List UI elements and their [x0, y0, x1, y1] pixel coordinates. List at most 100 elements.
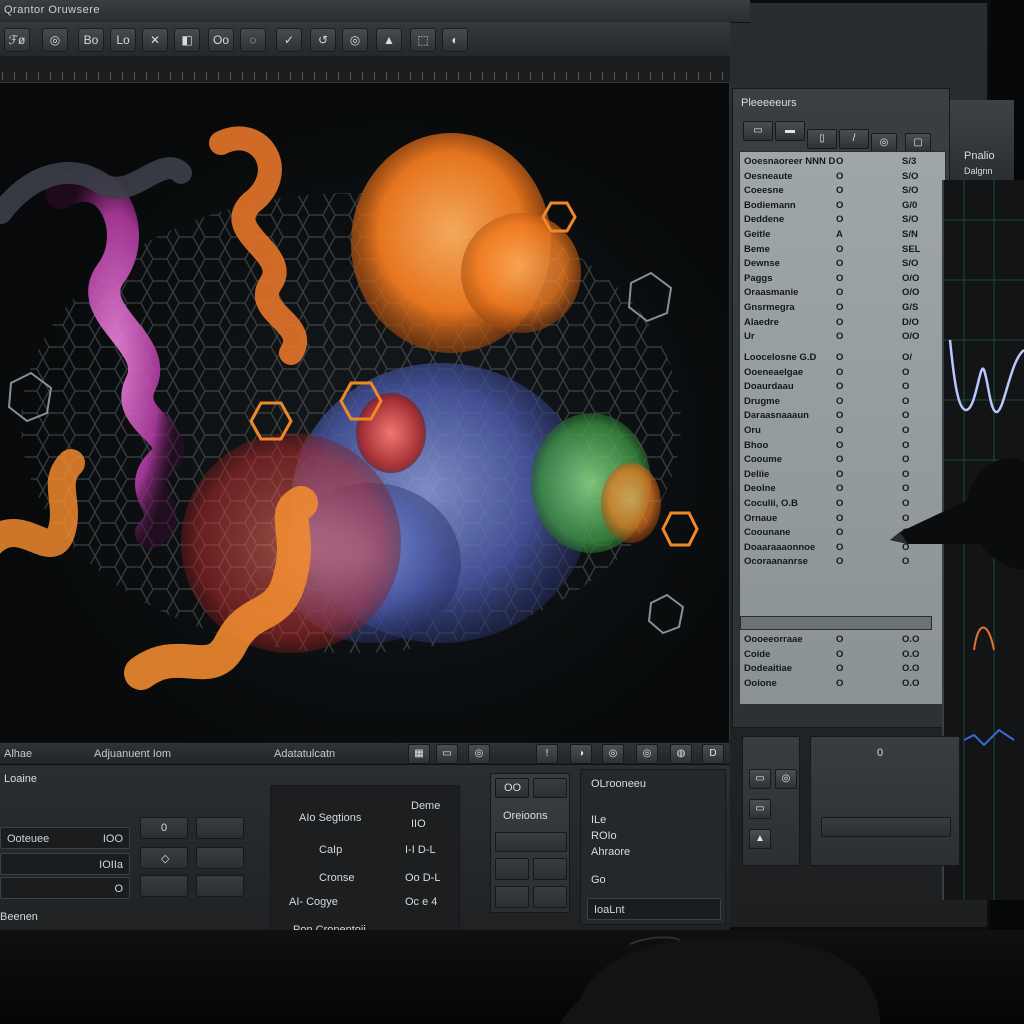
props-btn-2[interactable]: ▬: [775, 121, 805, 141]
toolbar-button-13[interactable]: ⬚: [410, 28, 436, 52]
property-flag[interactable]: O: [836, 663, 843, 674]
property-row[interactable]: Paggs O O/O: [744, 273, 940, 287]
stepper-4[interactable]: [196, 847, 244, 869]
stepper-2[interactable]: [196, 817, 244, 839]
aux-panel-slider[interactable]: [821, 817, 951, 837]
property-flag[interactable]: O: [836, 425, 843, 436]
property-flag[interactable]: O: [836, 483, 843, 494]
property-row[interactable]: Coeesne O S/O: [744, 185, 940, 199]
property-flag[interactable]: O: [836, 317, 843, 328]
param-field-2[interactable]: IOIIa: [0, 853, 130, 875]
property-flag[interactable]: O: [836, 634, 843, 645]
toolbar-button-6[interactable]: ◧: [174, 28, 200, 52]
toolbar-button-9[interactable]: ✓: [276, 28, 302, 52]
property-row[interactable]: Dewnse O S/O: [744, 258, 940, 272]
property-flag[interactable]: O: [836, 352, 843, 363]
toolbar-button-4[interactable]: Lo: [110, 28, 136, 52]
toolbar-button-11[interactable]: ◎: [342, 28, 368, 52]
footer-icon-2[interactable]: ▭: [436, 744, 458, 764]
aux-btn-2[interactable]: ▭: [749, 799, 771, 819]
options-btn-3[interactable]: [495, 886, 529, 908]
property-flag[interactable]: O: [836, 258, 843, 269]
footer-icon-8[interactable]: ◍: [670, 744, 692, 764]
property-row[interactable]: Dodeaitiae O O.O: [744, 663, 940, 677]
property-flag[interactable]: O: [836, 156, 843, 167]
props-btn-5[interactable]: ◎: [871, 133, 897, 153]
property-selection-bar[interactable]: [740, 616, 932, 630]
toolbar-button-1[interactable]: ℱø: [4, 28, 30, 52]
toolbar-button-2[interactable]: ◎: [42, 28, 68, 52]
timeline-ruler[interactable]: [0, 56, 730, 83]
property-row[interactable]: Oooeeorraae O O.O: [744, 634, 940, 648]
property-flag[interactable]: O: [836, 527, 843, 538]
property-flag[interactable]: O: [836, 556, 843, 567]
property-flag[interactable]: A: [836, 229, 843, 240]
property-row[interactable]: Oesneaute O S/O: [744, 171, 940, 185]
toolbar-button-10[interactable]: ↺: [310, 28, 336, 52]
property-row[interactable]: Geitle A S/N: [744, 229, 940, 243]
options-btn-2[interactable]: [533, 858, 567, 880]
property-flag[interactable]: O: [836, 469, 843, 480]
property-row[interactable]: Loocelosne G.D O O/: [744, 352, 940, 366]
footer-icon-7[interactable]: ◎: [636, 744, 658, 764]
props-btn-3[interactable]: ▯: [807, 129, 837, 149]
property-flag[interactable]: O: [836, 302, 843, 313]
options-head-button[interactable]: OO: [495, 778, 529, 798]
toolbar-button-5[interactable]: ✕: [142, 28, 168, 52]
props-btn-6[interactable]: ▢: [905, 133, 931, 153]
property-flag[interactable]: O: [836, 331, 843, 342]
param-field-1[interactable]: Ooteuee IOO: [0, 827, 130, 849]
property-flag[interactable]: O: [836, 678, 843, 689]
property-row[interactable]: Oraasmanie O O/O: [744, 287, 940, 301]
footer-icon-4[interactable]: !: [536, 744, 558, 764]
stepper-5[interactable]: [140, 875, 188, 897]
footer-icon-1[interactable]: ▦: [408, 744, 430, 764]
property-row[interactable]: Alaedre O D/O: [744, 317, 940, 331]
property-flag[interactable]: O: [836, 396, 843, 407]
toolbar-button-3[interactable]: Bo: [78, 28, 104, 52]
property-flag[interactable]: O: [836, 649, 843, 660]
property-flag[interactable]: O: [836, 381, 843, 392]
property-row[interactable]: Doaurdaau O O: [744, 381, 940, 395]
options-btn-1[interactable]: [495, 858, 529, 880]
props-btn-1[interactable]: ▭: [743, 121, 773, 141]
property-row[interactable]: Daraasnaaaun O O: [744, 410, 940, 424]
property-flag[interactable]: O: [836, 513, 843, 524]
property-flag[interactable]: O: [836, 454, 843, 465]
param-field-3[interactable]: O: [0, 877, 130, 899]
property-flag[interactable]: O: [836, 440, 843, 451]
property-flag[interactable]: O: [836, 185, 843, 196]
property-flag[interactable]: O: [836, 214, 843, 225]
property-row[interactable]: Bodiemann O G/0: [744, 200, 940, 214]
property-row[interactable]: Oru O O: [744, 425, 940, 439]
property-flag[interactable]: O: [836, 542, 843, 553]
footer-icon-6[interactable]: ◎: [602, 744, 624, 764]
footer-icon-3[interactable]: ◎: [468, 744, 490, 764]
property-row[interactable]: Drugme O O: [744, 396, 940, 410]
options-toggle[interactable]: [533, 778, 567, 798]
property-flag[interactable]: O: [836, 244, 843, 255]
property-flag[interactable]: O: [836, 200, 843, 211]
property-flag[interactable]: O: [836, 367, 843, 378]
property-flag[interactable]: O: [836, 273, 843, 284]
props-btn-4[interactable]: /: [839, 129, 869, 149]
property-flag[interactable]: O: [836, 287, 843, 298]
property-flag[interactable]: O: [836, 498, 843, 509]
footer-icon-9[interactable]: D: [702, 744, 724, 764]
properties-list[interactable]: Ooesnaoreer NNN D O S/3 Oesneaute O S/O Coeesn…: [739, 151, 946, 705]
toolbar-button-7[interactable]: Oo: [208, 28, 234, 52]
footer-icon-5[interactable]: ◑: [570, 744, 592, 764]
property-row[interactable]: Ur O O/O: [744, 331, 940, 345]
stepper-3[interactable]: ◇: [140, 847, 188, 869]
options-btn-4[interactable]: [533, 886, 567, 908]
aux-btn-1[interactable]: ▭: [749, 769, 771, 789]
property-row[interactable]: Deddene O S/O: [744, 214, 940, 228]
property-flag[interactable]: O: [836, 410, 843, 421]
options-slider[interactable]: [495, 832, 567, 852]
toolbar-button-14[interactable]: ◐: [442, 28, 468, 52]
output-value-field[interactable]: IoaLnt: [587, 898, 721, 920]
property-row[interactable]: Beme O SEL: [744, 244, 940, 258]
aux-btn-4[interactable]: ◎: [775, 769, 797, 789]
aux-btn-3[interactable]: ▲: [749, 829, 771, 849]
property-flag[interactable]: O: [836, 171, 843, 182]
